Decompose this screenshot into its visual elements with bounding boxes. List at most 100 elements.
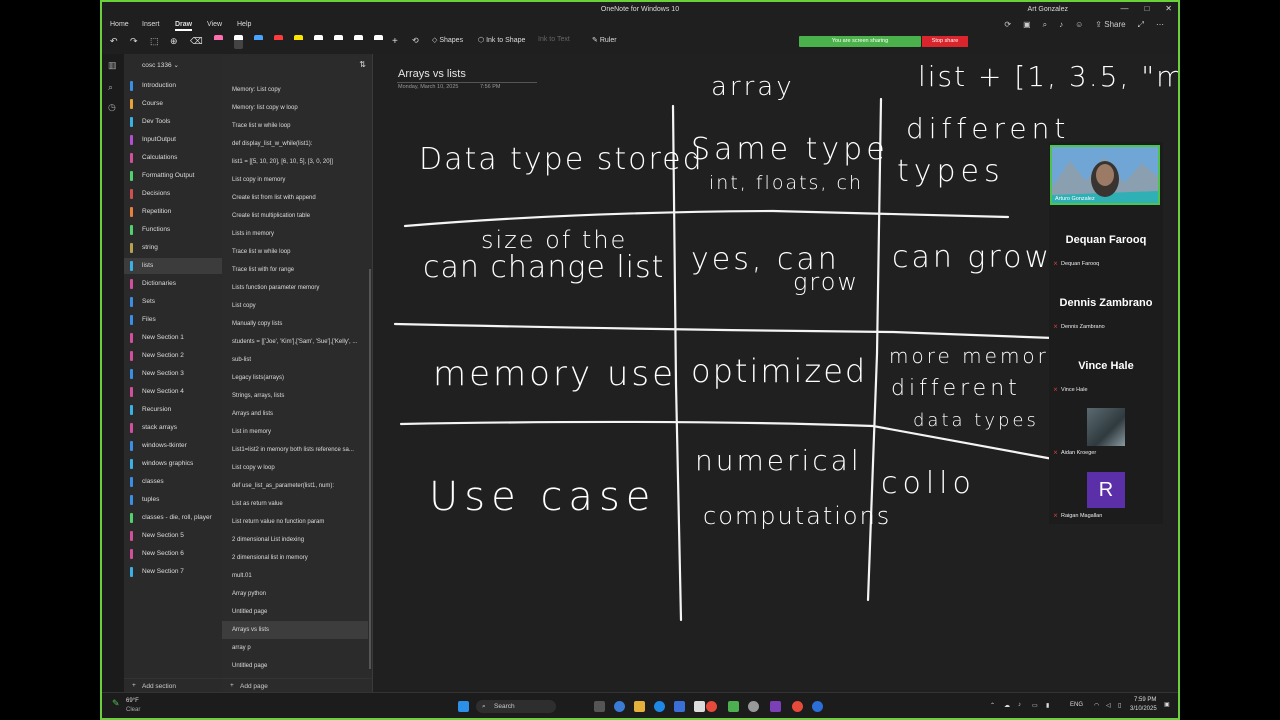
section-item[interactable]: New Section 5 (124, 528, 222, 544)
task-view-icon[interactable] (594, 701, 605, 712)
maximize-button[interactable]: □ (1144, 4, 1149, 13)
section-item[interactable]: New Section 3 (124, 366, 222, 382)
section-item[interactable]: lists (124, 258, 222, 274)
close-button[interactable]: ✕ (1165, 4, 1172, 13)
section-item[interactable]: stack arrays (124, 420, 222, 436)
section-item[interactable]: Formatting Output (124, 168, 222, 184)
section-item[interactable]: Dictionaries (124, 276, 222, 292)
pen-8-icon[interactable] (354, 35, 363, 49)
section-item[interactable]: New Section 6 (124, 546, 222, 562)
section-item[interactable]: windows-tkinter (124, 438, 222, 454)
section-item[interactable]: Sets (124, 294, 222, 310)
section-item[interactable]: InputOutput (124, 132, 222, 148)
sync-icon[interactable]: ⟳ (1004, 20, 1011, 30)
expand-icon[interactable]: ⤢ (1138, 20, 1144, 30)
page-item[interactable]: students = [['Joe', 'Kim'],['Sam', 'Sue'… (222, 333, 368, 351)
shapes-button[interactable]: ◇ Shapes (432, 36, 463, 44)
start-icon[interactable] (458, 701, 469, 712)
battery-icon[interactable]: ▮ (1046, 702, 1049, 709)
section-item[interactable]: windows graphics (124, 456, 222, 472)
stop-share-button[interactable]: Stop share (922, 36, 968, 47)
page-item[interactable]: Arrays vs lists (222, 621, 368, 639)
volume-icon[interactable]: ◁ (1106, 702, 1111, 709)
section-item[interactable]: Files (124, 312, 222, 328)
page-item[interactable]: sub-list (222, 351, 368, 369)
chrome-icon[interactable] (706, 701, 717, 712)
edge-icon[interactable] (654, 701, 665, 712)
page-item[interactable]: Create list multiplication table (222, 207, 368, 225)
section-item[interactable]: Recursion (124, 402, 222, 418)
weather-temp[interactable]: 69°F (126, 698, 139, 704)
lasso-icon[interactable]: ⟲ (412, 36, 419, 45)
page-item[interactable]: Trace list with for range (222, 261, 368, 279)
page-item[interactable]: List return value no function param (222, 513, 368, 531)
cloud-icon[interactable]: ☁ (1004, 702, 1010, 709)
pages-scrollbar[interactable] (369, 269, 371, 669)
bell-icon[interactable]: ♪ (1059, 20, 1063, 30)
section-item[interactable]: tuples (124, 492, 222, 508)
language-indicator[interactable]: ENG (1070, 702, 1083, 708)
notification-icon[interactable]: ▣ (1164, 701, 1170, 708)
page-item[interactable]: Trace list w while loop (222, 117, 368, 135)
power-icon[interactable]: ▯ (1118, 702, 1121, 709)
user-name[interactable]: Art Gonzalez (1028, 6, 1068, 13)
page-item[interactable]: Lists function parameter memory (222, 279, 368, 297)
section-item[interactable]: Course (124, 96, 222, 112)
notebook-name[interactable]: cosc 1336 ⌄ (142, 61, 179, 69)
section-item[interactable]: classes (124, 474, 222, 490)
page-item[interactable]: Create list from list with append (222, 189, 368, 207)
section-item[interactable]: string (124, 240, 222, 256)
file-explorer-icon[interactable] (634, 701, 645, 712)
page-item[interactable]: 2 dimensional List indexing (222, 531, 368, 549)
page-item[interactable]: def display_list_w_while(list1): (222, 135, 368, 153)
page-item[interactable]: Untitled page (222, 657, 368, 675)
page-item[interactable]: List copy w loop (222, 459, 368, 477)
ink-to-text-button[interactable]: Ink to Text (538, 36, 570, 43)
search-icon[interactable]: ⌕ (108, 82, 113, 93)
section-item[interactable]: Introduction (124, 78, 222, 94)
app-icon[interactable] (728, 701, 739, 712)
page-item[interactable]: def use_list_as_parameter(list1, num): (222, 477, 368, 495)
chrome-icon-2[interactable] (792, 701, 803, 712)
section-item[interactable]: Dev Tools (124, 114, 222, 130)
undo-icon[interactable]: ↶ (110, 36, 118, 47)
share-button[interactable]: ⇪ Share (1095, 20, 1125, 30)
menu-view[interactable]: View (207, 21, 222, 28)
menu-draw[interactable]: Draw (175, 21, 193, 31)
page-item[interactable]: Strings, arrays, lists (222, 387, 368, 405)
screen-sharing-banner[interactable]: You are screen sharing (799, 36, 921, 47)
minimize-button[interactable]: — (1120, 4, 1128, 13)
eraser-icon[interactable]: ⌫ (190, 36, 203, 47)
search-icon[interactable]: ⌕ (1043, 20, 1047, 30)
page-item[interactable]: List1=list2 in memory both lists referen… (222, 441, 368, 459)
page-item[interactable]: Manually copy lists (222, 315, 368, 333)
add-space-icon[interactable]: ⊕ (170, 36, 178, 47)
menu-insert[interactable]: Insert (142, 21, 160, 28)
wifi-icon[interactable]: ◠ (1094, 702, 1099, 709)
page-item[interactable]: Memory: list copy w loop (222, 99, 368, 117)
store-icon[interactable] (694, 701, 705, 712)
page-item[interactable]: Trace list w while loop (222, 243, 368, 261)
add-pen-icon[interactable]: + (392, 36, 398, 47)
pen-9-icon[interactable] (374, 35, 383, 49)
tray-chevron-icon[interactable]: ⌃ (990, 702, 995, 709)
clock-date[interactable]: 3/10/2025 (1130, 706, 1157, 712)
menu-help[interactable]: Help (237, 21, 251, 28)
weather-icon[interactable]: ✎ (112, 698, 120, 709)
page-item[interactable]: Memory: List copy (222, 81, 368, 99)
section-item[interactable]: New Section 4 (124, 384, 222, 400)
page-item[interactable]: List copy (222, 297, 368, 315)
notebooks-icon[interactable]: ▥ (108, 60, 117, 71)
taskbar-search[interactable]: ⌕ Search (476, 700, 556, 713)
page-item[interactable]: List as return value (222, 495, 368, 513)
outlook-icon[interactable] (674, 701, 685, 712)
redo-icon[interactable]: ↷ (130, 36, 138, 47)
pen-2-icon[interactable] (234, 35, 243, 49)
page-item[interactable]: Legacy lists(arrays) (222, 369, 368, 387)
zoom-icon[interactable] (812, 701, 823, 712)
menu-home[interactable]: Home (110, 21, 129, 28)
clock-time[interactable]: 7:59 PM (1134, 697, 1156, 703)
presenter-video[interactable]: Arturo Gonzalez (1050, 145, 1160, 205)
mic-icon[interactable]: ♪ (1018, 702, 1021, 708)
pen-3-icon[interactable] (254, 35, 263, 49)
